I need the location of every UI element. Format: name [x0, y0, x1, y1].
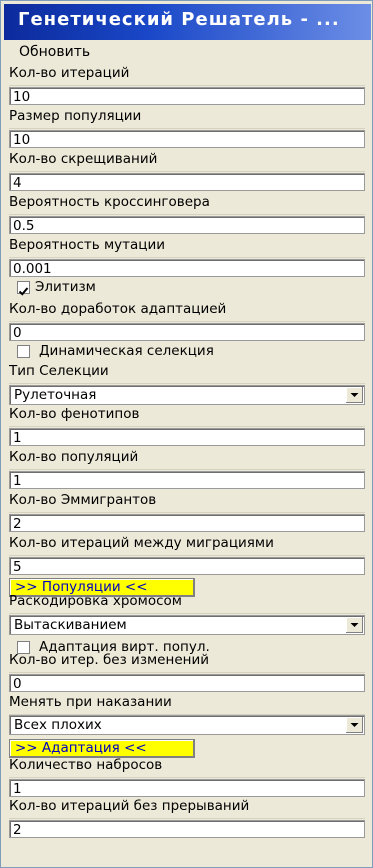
refresh-button[interactable]: Обновить [19, 44, 90, 60]
dropdown-arrow-icon[interactable] [345, 387, 363, 403]
change-on-penalty-select[interactable]: Всех плохих [9, 715, 365, 735]
iterations-field[interactable]: 10 [9, 87, 365, 105]
elitism-label: Элитизм [35, 279, 96, 295]
dynamic-selection-checkbox[interactable]: Динамическая селекция [9, 343, 365, 363]
dynamic-selection-box[interactable] [17, 345, 30, 358]
label-change-on-penalty: Менять при наказании [9, 694, 365, 715]
label-chromosome-decoding: Раскодировка хромосом [9, 593, 365, 614]
emigrants-field[interactable]: 2 [9, 514, 365, 532]
label-crossings: Кол-во скрещиваний [9, 151, 365, 172]
dropdown-arrow-icon[interactable] [345, 717, 363, 733]
mutation-prob-field[interactable]: 0.001 [9, 259, 365, 277]
change-on-penalty-value: Всех плохих [14, 717, 102, 733]
iter-without-change-field[interactable]: 0 [9, 674, 365, 692]
label-population-size: Размер популяции [9, 108, 365, 129]
label-emigrants: Кол-во Эммигрантов [9, 492, 365, 513]
label-iterations: Кол-во итераций [9, 65, 365, 86]
label-phenotypes: Кол-во фенотипов [9, 406, 365, 427]
elitism-checkbox[interactable]: Элитизм [9, 279, 365, 299]
populations-field[interactable]: 1 [9, 471, 365, 489]
window-title: Генетический Решатель - ... [18, 9, 340, 30]
label-crossover-prob: Вероятность кроссинговера [9, 194, 365, 215]
selection-type-value: Рулеточная [14, 387, 97, 403]
label-adapt-refinements: Кол-во доработок адаптацией [9, 301, 365, 322]
checkmark-icon [18, 287, 29, 296]
label-selection-type: Тип Селекции [9, 363, 365, 384]
crossover-prob-field[interactable]: 0.5 [9, 216, 365, 234]
label-iter-without-change: Кол-во итер. без изменений [9, 652, 365, 673]
selection-type-select[interactable]: Рулеточная [9, 385, 365, 405]
iter-between-migrations-field[interactable]: 5 [9, 557, 365, 575]
elitism-box[interactable] [17, 281, 30, 296]
label-iter-without-interrupt: Кол-во итераций без прерываний [9, 798, 365, 819]
title-bar: Генетический Решатель - ... [4, 4, 371, 40]
iter-without-interrupt-field[interactable]: 2 [9, 820, 365, 838]
dropdown-arrow-icon[interactable] [345, 617, 363, 633]
population-size-field[interactable]: 10 [9, 130, 365, 148]
label-populations: Кол-во популяций [9, 449, 365, 470]
throws-count-field[interactable]: 1 [9, 779, 365, 797]
chromosome-decoding-value: Вытаскиванием [14, 617, 127, 633]
chromosome-decoding-select[interactable]: Вытаскиванием [9, 615, 365, 635]
phenotypes-field[interactable]: 1 [9, 428, 365, 446]
dynamic-selection-label: Динамическая селекция [39, 343, 214, 359]
crossings-field[interactable]: 4 [9, 173, 365, 191]
label-iter-between-migrations: Кол-во итераций между миграциями [9, 535, 365, 556]
label-mutation-prob: Вероятность мутации [9, 237, 365, 258]
adaptation-button[interactable]: >> Адаптация << [9, 739, 195, 758]
solver-window: Генетический Решатель - ... Обновить Кол… [0, 0, 373, 868]
label-throws-count: Количество набросов [9, 757, 365, 778]
adapt-refinements-field[interactable]: 0 [9, 323, 365, 341]
